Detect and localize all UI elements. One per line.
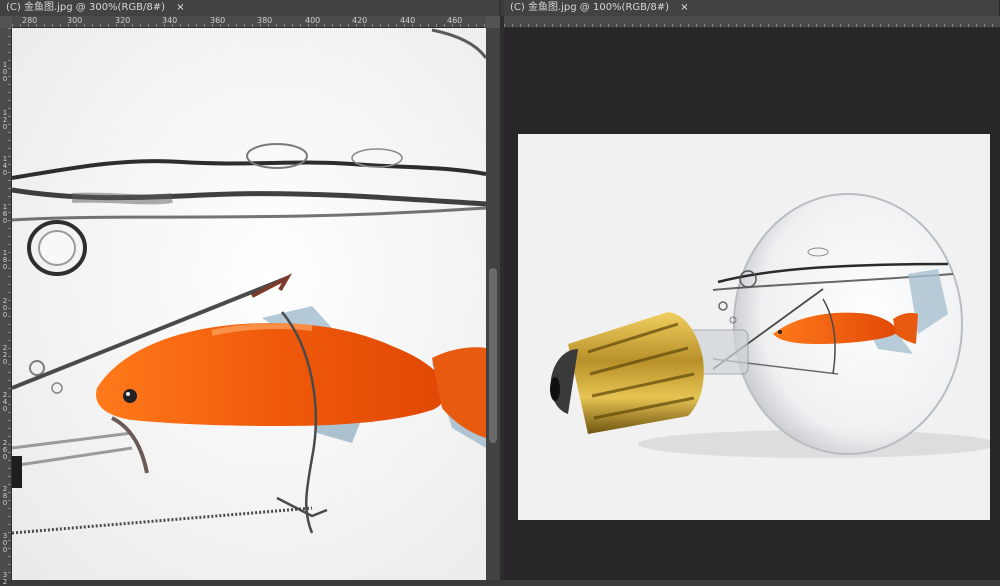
document-window-full bbox=[500, 16, 1000, 580]
ruler-label: 1 2 0 bbox=[2, 109, 8, 131]
goldfish-bulb-closeup-image bbox=[12, 28, 486, 580]
horizontal-ruler[interactable]: 280 300 320 340 360 380 400 420 440 460 bbox=[12, 16, 486, 28]
ruler-label: 3 2 bbox=[2, 571, 8, 586]
vertical-scrollbar[interactable] bbox=[486, 28, 500, 580]
canvas-pasteboard[interactable] bbox=[504, 28, 1000, 580]
document-tab-100[interactable]: (C) 金鱼图.jpg @ 100%(RGB/8#) × bbox=[504, 0, 1000, 16]
document-window-zoomed: 280 300 320 340 360 380 400 420 440 460 … bbox=[0, 16, 500, 586]
ruler-label: 3 0 0 bbox=[2, 532, 8, 554]
ruler-label: 2 8 0 bbox=[2, 485, 8, 507]
close-icon[interactable]: × bbox=[680, 2, 688, 13]
goldfish-bulb-image bbox=[518, 134, 990, 520]
zoomed-canvas[interactable] bbox=[12, 28, 486, 580]
ruler-label: 440 bbox=[400, 16, 416, 25]
ruler-label: 380 bbox=[257, 16, 273, 25]
ruler-label: 340 bbox=[162, 16, 178, 25]
ruler-label: 2 2 0 bbox=[2, 344, 8, 366]
tab-title: (C) 金鱼图.jpg @ 300%(RGB/8#) bbox=[6, 2, 166, 13]
vertical-ruler[interactable]: 1 0 0 1 2 0 1 4 0 1 6 0 1 8 0 2 0 0 2 2 … bbox=[0, 28, 12, 586]
ruler-label: 2 4 0 bbox=[2, 391, 8, 413]
ruler-label: 2 6 0 bbox=[2, 439, 8, 461]
ruler-label: 2 0 0 bbox=[2, 297, 8, 319]
ruler-label: 460 bbox=[447, 16, 463, 25]
tab-title: (C) 金鱼图.jpg @ 100%(RGB/8#) bbox=[510, 2, 670, 13]
ruler-label: 300 bbox=[67, 16, 83, 25]
ruler-label: 400 bbox=[305, 16, 321, 25]
ruler-label: 360 bbox=[210, 16, 226, 25]
scrollbar-thumb[interactable] bbox=[489, 268, 497, 443]
close-icon[interactable]: × bbox=[176, 2, 184, 13]
ruler-label: 1 0 0 bbox=[2, 61, 8, 83]
ruler-label: 1 6 0 bbox=[2, 203, 8, 225]
ruler-label: 280 bbox=[22, 16, 38, 25]
ruler-label: 320 bbox=[115, 16, 131, 25]
ruler-label: 420 bbox=[352, 16, 368, 25]
ruler-label: 1 4 0 bbox=[2, 155, 8, 177]
horizontal-ruler[interactable] bbox=[504, 16, 1000, 28]
ruler-label: 1 8 0 bbox=[2, 249, 8, 271]
document-tab-300[interactable]: (C) 金鱼图.jpg @ 300%(RGB/8#) × bbox=[0, 0, 500, 16]
